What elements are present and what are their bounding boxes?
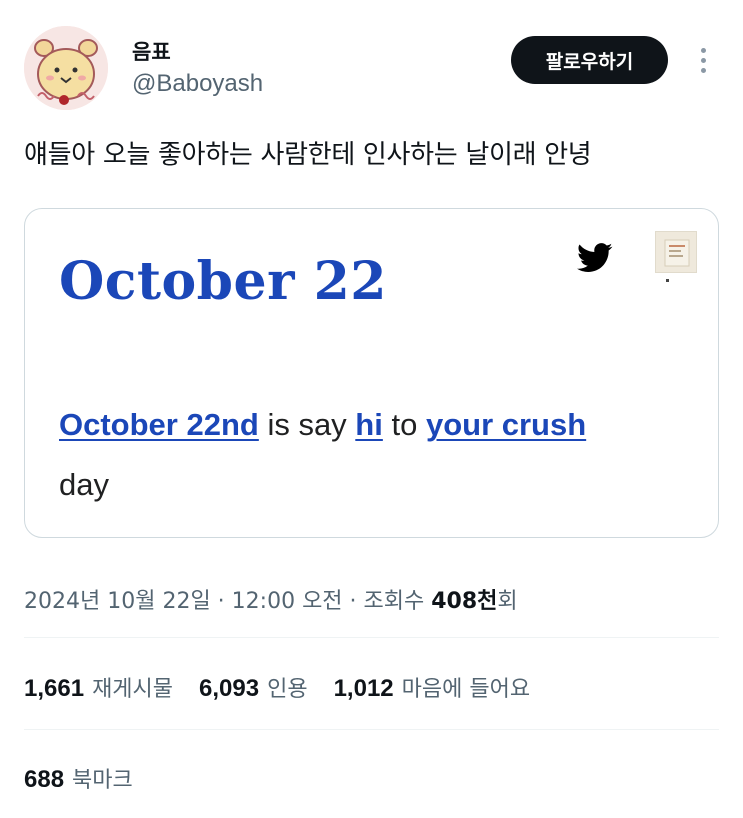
post-time[interactable]: 12:00 오전 [232, 589, 343, 614]
follow-button[interactable]: 팔로우하기 [511, 36, 668, 84]
embedded-image-card[interactable]: October 22 October 22nd is say hi to you… [24, 208, 719, 538]
avatar[interactable] [24, 26, 108, 110]
twitter-bird-icon [577, 243, 613, 272]
tweet-detail: 음표 @Baboyash 팔로우하기 얘들아 오늘 좋아하는 사람한테 인사하는… [0, 0, 743, 818]
tweet-metadata: 2024년 10월 22일 · 12:00 오전 · 조회수 408천회 [24, 583, 518, 615]
meta-separator: · [210, 589, 232, 614]
divider [24, 637, 719, 638]
user-handle[interactable]: @Baboyash [132, 70, 263, 98]
card-text-day: day [59, 467, 109, 502]
post-date[interactable]: 2024년 10월 22일 [24, 589, 211, 614]
more-dot [700, 67, 706, 73]
reposts-count: 1,661 [24, 675, 85, 702]
card-text-is-say: is say [258, 407, 356, 442]
card-definition: October 22nd is say hi to your crush day [59, 395, 699, 515]
card-title: October 22 [59, 251, 387, 312]
views-label: 조회수 [363, 589, 432, 614]
link-hi[interactable]: hi [355, 407, 383, 442]
engagement-stats: 1,661 재게시물 6,093 인용 1,012 마음에 들어요 [24, 671, 556, 703]
meta-separator: · [342, 589, 364, 614]
views-count: 408천 [431, 589, 498, 614]
likes-count: 1,012 [333, 675, 394, 702]
quotes-count: 6,093 [199, 675, 260, 702]
display-name[interactable]: 음표 [132, 36, 171, 66]
bookmarks-count: 688 [24, 766, 65, 793]
quotes-label: 인용 [267, 677, 308, 702]
bookmarks-stat[interactable]: 688 북마크 [24, 762, 133, 794]
thumbnail-indicator [666, 279, 669, 282]
reposts-label: 재게시물 [92, 677, 174, 702]
link-october-22nd[interactable]: October 22nd [59, 407, 259, 442]
tweet-text: 얘들아 오늘 좋아하는 사람한테 인사하는 날이래 안녕 [24, 140, 592, 170]
thumbnail-graphic [664, 239, 690, 267]
bookmarks-label: 북마크 [72, 768, 133, 793]
link-your-crush[interactable]: your crush [426, 407, 586, 442]
views-suffix: 회 [497, 589, 518, 614]
more-dot [700, 47, 706, 53]
divider [24, 729, 719, 730]
reposts-stat[interactable]: 1,661 재게시물 [24, 671, 173, 703]
bear-character-avatar-icon [24, 26, 108, 110]
likes-stat[interactable]: 1,012 마음에 들어요 [334, 671, 531, 703]
more-dot [700, 57, 706, 63]
quotes-stat[interactable]: 6,093 인용 [199, 671, 308, 703]
more-options-icon[interactable] [690, 42, 716, 78]
likes-label: 마음에 들어요 [401, 677, 531, 702]
thumbnail-image [655, 231, 697, 273]
card-text-to: to [382, 407, 426, 442]
